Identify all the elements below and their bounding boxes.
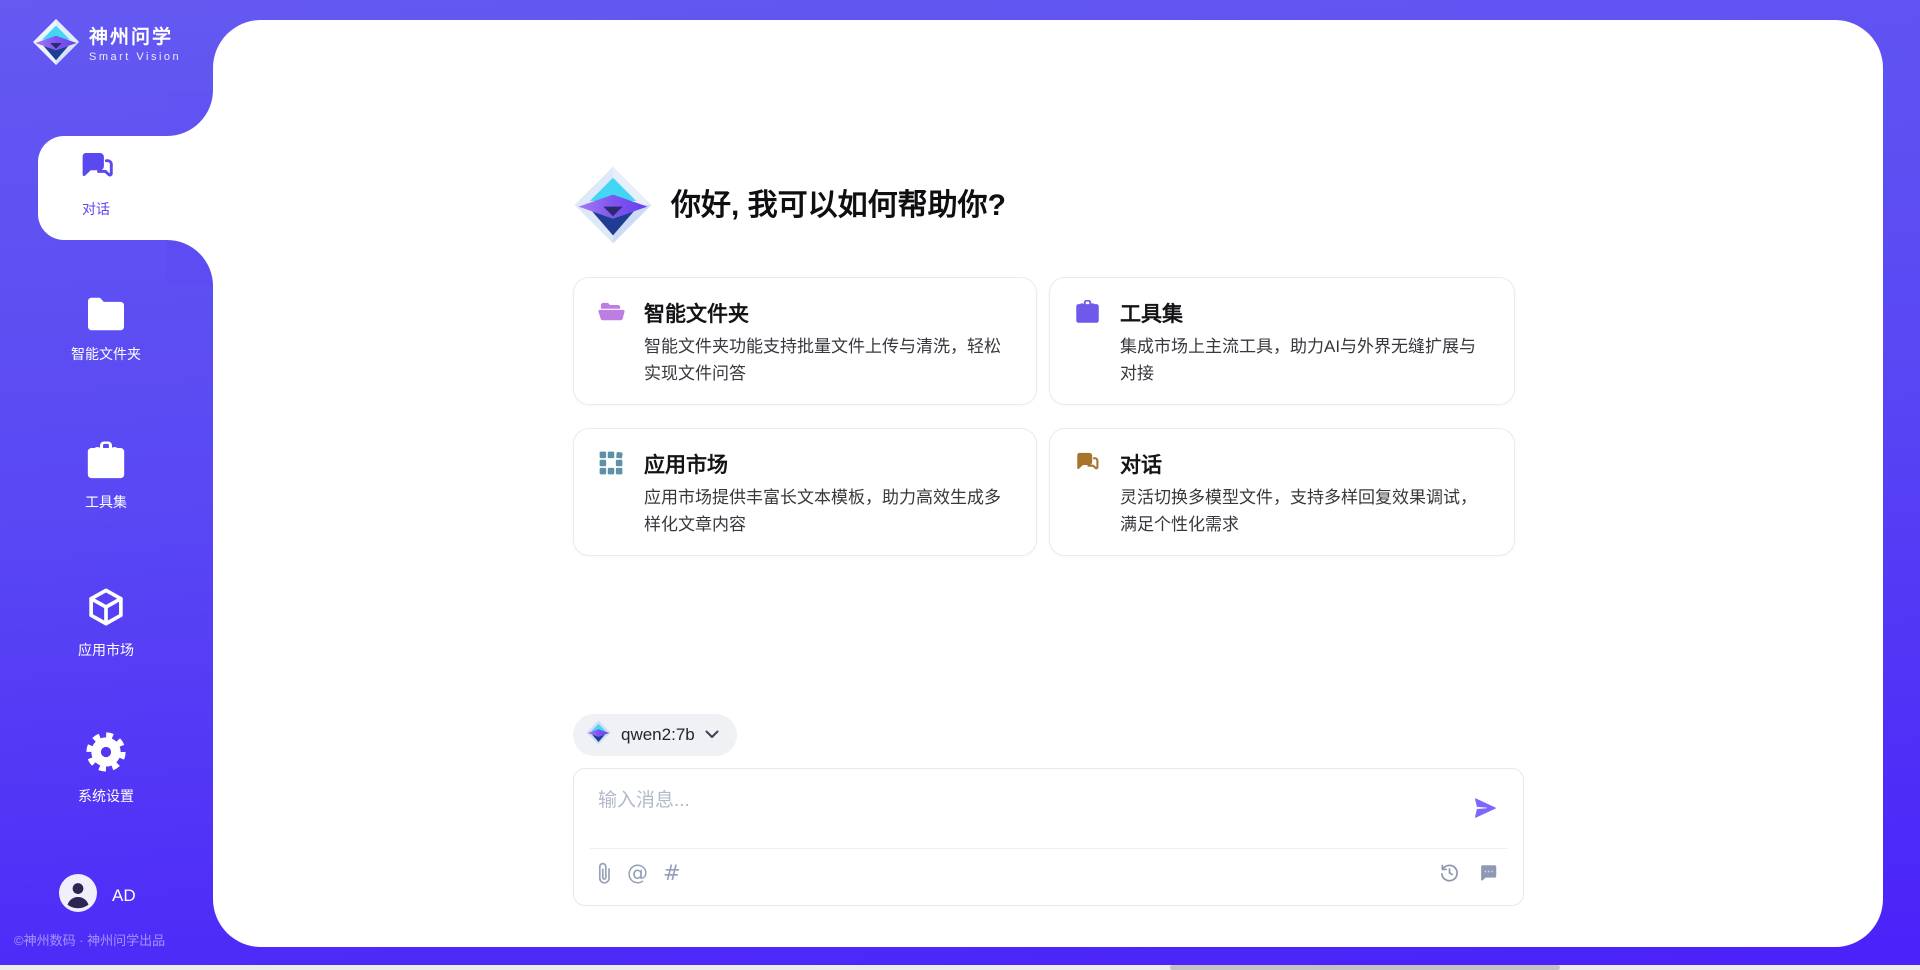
sidebar-item-settings[interactable]: 系统设置 (6, 730, 206, 804)
brand-diamond-icon (586, 720, 611, 750)
toolbox-icon (84, 440, 128, 485)
app-root: 神州问学 Smart Vision 智能文件夹 工具集 (0, 0, 1920, 970)
sidebar-item-label: 应用市场 (78, 642, 134, 658)
brand-name: 神州问学 (89, 27, 181, 49)
sidebar-item-app-market[interactable]: 应用市场 (6, 586, 206, 658)
send-icon (1473, 795, 1499, 821)
greeting-logo-icon (573, 165, 653, 250)
card-description: 智能文件夹功能支持批量文件上传与清洗，轻松实现文件问答 (644, 333, 1010, 387)
card-title: 对话 (1120, 449, 1162, 479)
card-description: 应用市场提供丰富长文本模板，助力高效生成多样化文章内容 (644, 484, 1010, 538)
brand: 神州问学 Smart Vision (32, 16, 181, 73)
folder-open-icon (598, 299, 625, 328)
horizontal-scrollbar-thumb[interactable] (1170, 965, 1560, 970)
card-title: 应用市场 (644, 449, 728, 479)
user-name: AD (112, 886, 136, 906)
person-avatar-icon (59, 874, 97, 917)
card-title: 智能文件夹 (644, 298, 749, 328)
sidebar-item-label: 系统设置 (78, 788, 134, 804)
card-chat[interactable]: 对话 灵活切换多模型文件，支持多样回复效果调试，满足个性化需求 (1049, 428, 1515, 556)
gear-icon (84, 730, 128, 779)
cube-icon (85, 586, 127, 633)
card-app-market[interactable]: 应用市场 应用市场提供丰富长文本模板，助力高效生成多样化文章内容 (573, 428, 1037, 556)
chevron-down-icon (705, 726, 719, 744)
card-title: 工具集 (1120, 298, 1183, 328)
paperclip-icon[interactable] (596, 861, 612, 885)
toolbox-icon (1074, 299, 1101, 329)
card-description: 集成市场上主流工具，助力AI与外界无缝扩展与对接 (1120, 333, 1488, 387)
sidebar-item-smart-folder[interactable]: 智能文件夹 (6, 296, 206, 362)
sidebar-item-toolset[interactable]: 工具集 (6, 440, 206, 510)
tab-fillet-top (167, 90, 213, 136)
message-input[interactable] (596, 783, 1460, 839)
send-button[interactable] (1473, 795, 1499, 821)
history-icon[interactable] (1438, 861, 1461, 884)
card-smart-folder[interactable]: 智能文件夹 智能文件夹功能支持批量文件上传与清洗，轻松实现文件问答 (573, 277, 1037, 405)
sidebar-item-label: 工具集 (85, 494, 127, 510)
greeting-title: 你好, 我可以如何帮助你? (671, 188, 1006, 224)
tab-fillet-bottom (167, 240, 213, 286)
sidebar-item-chat[interactable]: 对话 (38, 136, 215, 240)
message-icon[interactable] (1477, 862, 1499, 884)
at-icon[interactable]: @ (627, 861, 648, 885)
brand-diamond-icon (32, 16, 80, 73)
user-profile[interactable]: AD (59, 874, 136, 917)
folder-icon (85, 296, 127, 337)
chat-icon (1074, 450, 1100, 481)
card-description: 灵活切换多模型文件，支持多样回复效果调试，满足个性化需求 (1120, 484, 1488, 538)
chat-icon (78, 149, 115, 191)
horizontal-scrollbar-track (0, 965, 1920, 970)
card-toolset[interactable]: 工具集 集成市场上主流工具，助力AI与外界无缝扩展与对接 (1049, 277, 1515, 405)
hash-icon[interactable]: # (663, 861, 681, 885)
sidebar-item-label: 智能文件夹 (71, 346, 141, 362)
sidebar-item-label: 对话 (82, 201, 110, 217)
brand-subtitle: Smart Vision (89, 51, 181, 63)
app-grid-icon (598, 450, 624, 481)
model-selector[interactable]: qwen2:7b (573, 714, 737, 756)
copyright: ©神州数码 · 神州问学出品 (14, 930, 165, 949)
model-name: qwen2:7b (621, 725, 695, 745)
composer-divider (590, 848, 1507, 849)
message-composer: @ # (573, 768, 1524, 906)
